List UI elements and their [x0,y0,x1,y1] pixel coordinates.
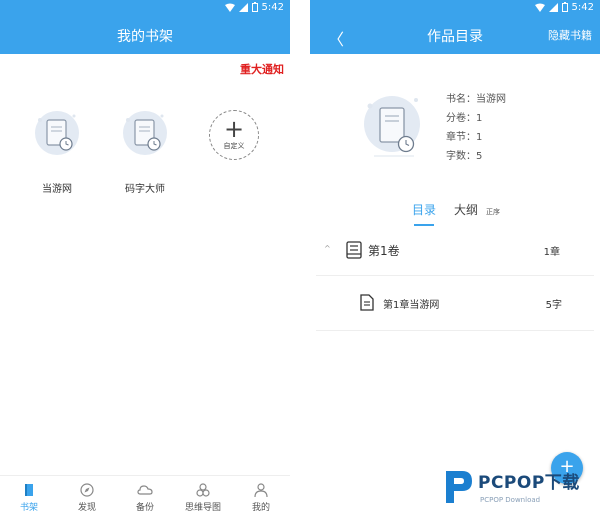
volume-row[interactable]: ^ 第1卷 1章 [316,232,594,276]
catalog-screen: 5:42 〈 作品目录 隐藏书籍 书名：当游网 分卷：1 章节：1 字数：5 目… [310,0,600,515]
battery-icon [561,2,568,12]
hide-book-button[interactable]: 隐藏书籍 [548,27,592,43]
book-cover-icon [123,111,167,155]
add-custom-button[interactable]: + 自定义 [209,110,259,160]
nav-item-me[interactable]: 我的 [232,476,290,515]
book-item[interactable]: 当游网 [27,106,87,195]
pcpop-logo-icon [446,471,472,503]
book-title: 码字大师 [125,184,165,195]
tab-bar: 目录 大纲 正序 [412,201,500,226]
chapter-count: 章节：1 [446,132,483,143]
wifi-icon [534,3,545,12]
volume-title: 第1卷 [368,244,400,258]
signal-icon [238,2,248,12]
book-info: 书名：当游网 分卷：1 章节：1 字数：5 [446,90,506,166]
volume-chapter-count: 1章 [543,247,560,258]
watermark-brand: PCPOP下载 [478,473,580,493]
compass-icon [80,483,94,497]
nav-label: 书架 [19,503,38,513]
signal-icon [548,2,558,12]
battery-icon [251,2,258,12]
collapse-icon[interactable]: ^ [324,244,331,253]
book-name: 书名：当游网 [446,94,506,105]
nav-label: 思维导图 [184,503,221,513]
nav-item-backup[interactable]: 备份 [116,476,174,515]
app-bar: 5:42 〈 作品目录 隐藏书籍 [310,0,600,54]
chapter-title: 第1章当游网 [383,300,440,311]
nav-item-bookshelf[interactable]: 书架 [0,476,58,515]
screenshot-stage: 5:42 我的书架 重大通知 当游网 码字大师 + 自定义 书架 发现 备份 思… [0,0,600,515]
status-time: 5:42 [261,1,284,13]
volume-icon [346,241,362,259]
notice-link[interactable]: 重大通知 [240,61,284,77]
plus-icon: + [223,115,245,143]
nav-label: 发现 [77,503,96,513]
book-title: 当游网 [42,184,72,195]
sort-toggle[interactable]: 正序 [486,207,500,217]
custom-label: 自定义 [223,142,245,150]
nav-label: 我的 [251,503,270,513]
volume-count: 分卷：1 [446,113,483,124]
book-cover-icon [364,96,420,157]
wifi-icon [224,3,235,12]
document-icon [360,294,374,311]
book-cover-icon [35,111,79,155]
chapter-row[interactable]: 第1章当游网 5字 [316,276,594,331]
nav-item-mindmap[interactable]: 思维导图 [174,476,232,515]
status-time: 5:42 [571,1,594,13]
page-title: 我的书架 [117,29,173,45]
user-icon [254,483,268,498]
app-bar: 5:42 我的书架 [0,0,290,54]
book-item[interactable]: 码字大师 [115,106,175,195]
tab-toc[interactable]: 目录 [412,201,436,226]
chapter-word-count: 5字 [545,300,562,311]
tab-outline[interactable]: 大纲 [454,201,478,218]
bottom-nav: 书架 发现 备份 思维导图 我的 [0,475,290,515]
bookshelf-screen: 5:42 我的书架 重大通知 当游网 码字大师 + 自定义 书架 发现 备份 思… [0,0,290,515]
nav-item-discover[interactable]: 发现 [58,476,116,515]
status-bar: 5:42 [534,1,594,13]
word-count: 字数：5 [446,151,483,162]
cloud-icon [137,485,153,495]
mindmap-icon [196,483,210,497]
nav-label: 备份 [135,503,154,513]
watermark: PCPOP下载 PCPOP Download [440,465,600,510]
watermark-subtitle: PCPOP Download [480,496,541,504]
status-bar: 5:42 [224,1,284,13]
bookshelf-icon [25,484,33,496]
